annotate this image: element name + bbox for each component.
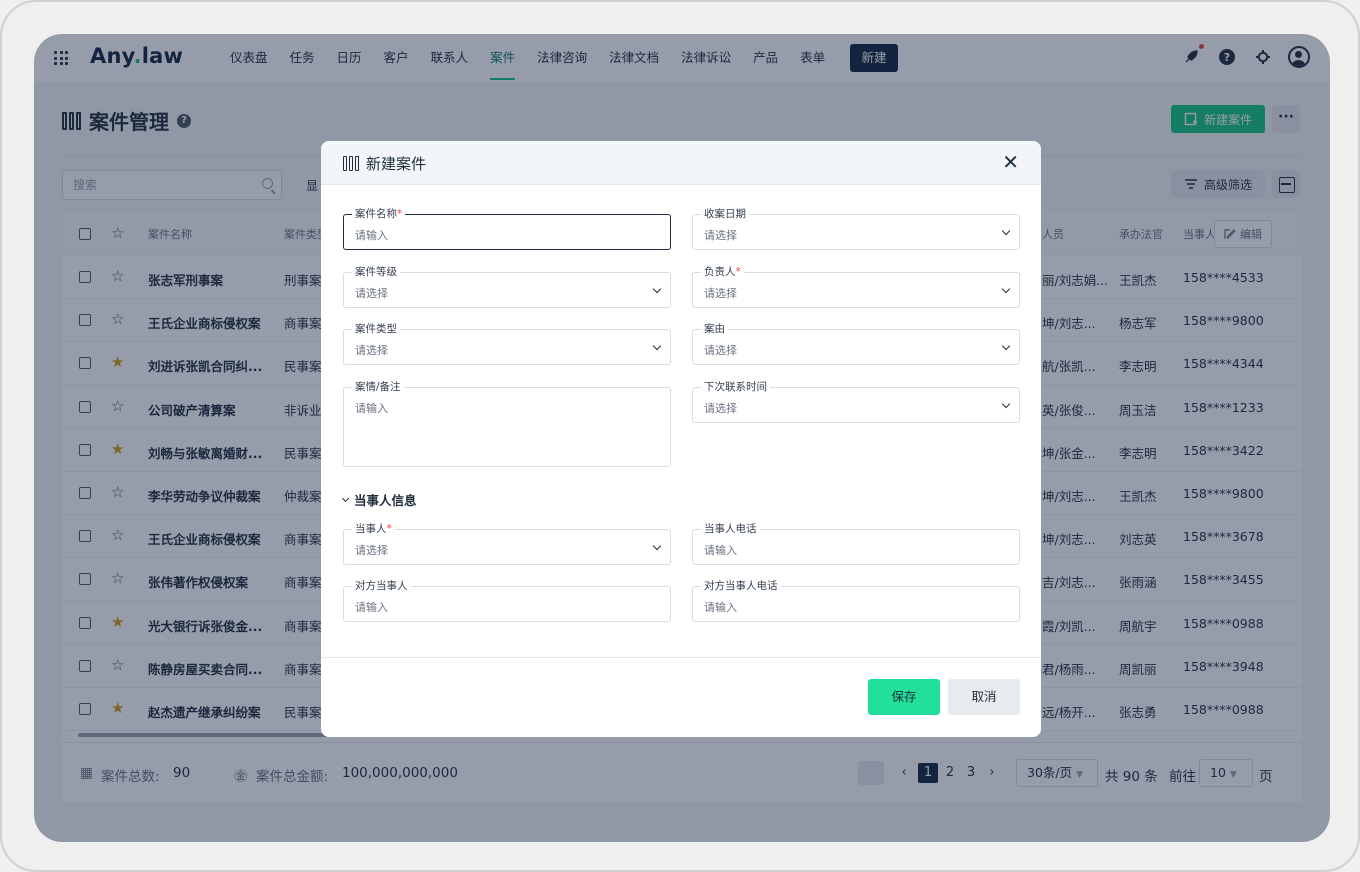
receive-date-select[interactable]: 收案日期 请选择: [692, 208, 1020, 250]
owner-select[interactable]: 负责人* 请选择: [692, 266, 1020, 308]
chevron-down-icon: [1001, 341, 1011, 351]
save-button[interactable]: 保存: [868, 679, 940, 715]
notes-textarea[interactable]: 案情/备注 请输入: [343, 381, 671, 467]
chevron-down-icon: [652, 541, 662, 551]
close-icon[interactable]: ✕: [1002, 151, 1019, 173]
case-bars-icon: [343, 156, 359, 171]
chevron-down-icon: [1001, 399, 1011, 409]
dialog-title: 新建案件: [343, 153, 426, 174]
case-type-select[interactable]: 案件类型 请选择: [343, 323, 671, 365]
chevron-down-icon: [341, 494, 350, 502]
new-case-dialog: 新建案件 ✕ 案件名称* 请输入 收案日期 请选择 案件等级 请选择 负责人* …: [321, 141, 1041, 737]
case-name-input[interactable]: 案件名称* 请输入: [343, 208, 671, 250]
next-contact-select[interactable]: 下次联系时间 请选择: [692, 381, 1020, 423]
case-level-select[interactable]: 案件等级 请选择: [343, 266, 671, 308]
dialog-footer-divider: [321, 657, 1041, 658]
opponent-phone-input[interactable]: 对方当事人电话 请输入: [692, 580, 1020, 622]
cause-select[interactable]: 案由 请选择: [692, 323, 1020, 365]
opponent-input[interactable]: 对方当事人 请输入: [343, 580, 671, 622]
party-section-toggle[interactable]: 当事人信息: [341, 490, 417, 509]
chevron-down-icon: [1001, 284, 1011, 294]
device-frame: Any.law 仪表盘 任务 日历 客户 联系人 案件 法律咨询 法律文档 法律…: [0, 0, 1360, 872]
chevron-down-icon: [1001, 226, 1011, 236]
party-phone-input[interactable]: 当事人电话 请输入: [692, 523, 1020, 565]
dialog-header: 新建案件 ✕: [321, 141, 1041, 185]
party-select[interactable]: 当事人* 请选择: [343, 523, 671, 565]
chevron-down-icon: [652, 284, 662, 294]
app-screen: Any.law 仪表盘 任务 日历 客户 联系人 案件 法律咨询 法律文档 法律…: [34, 34, 1330, 842]
chevron-down-icon: [652, 341, 662, 351]
cancel-button[interactable]: 取消: [948, 679, 1020, 715]
